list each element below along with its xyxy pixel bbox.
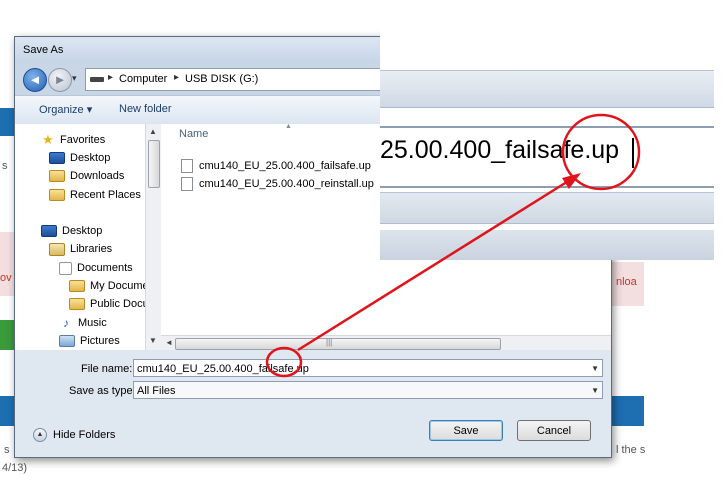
annotation-circle-small <box>265 346 303 378</box>
annotation-overlay <box>265 113 641 378</box>
annotation-arrow-line <box>297 178 571 352</box>
